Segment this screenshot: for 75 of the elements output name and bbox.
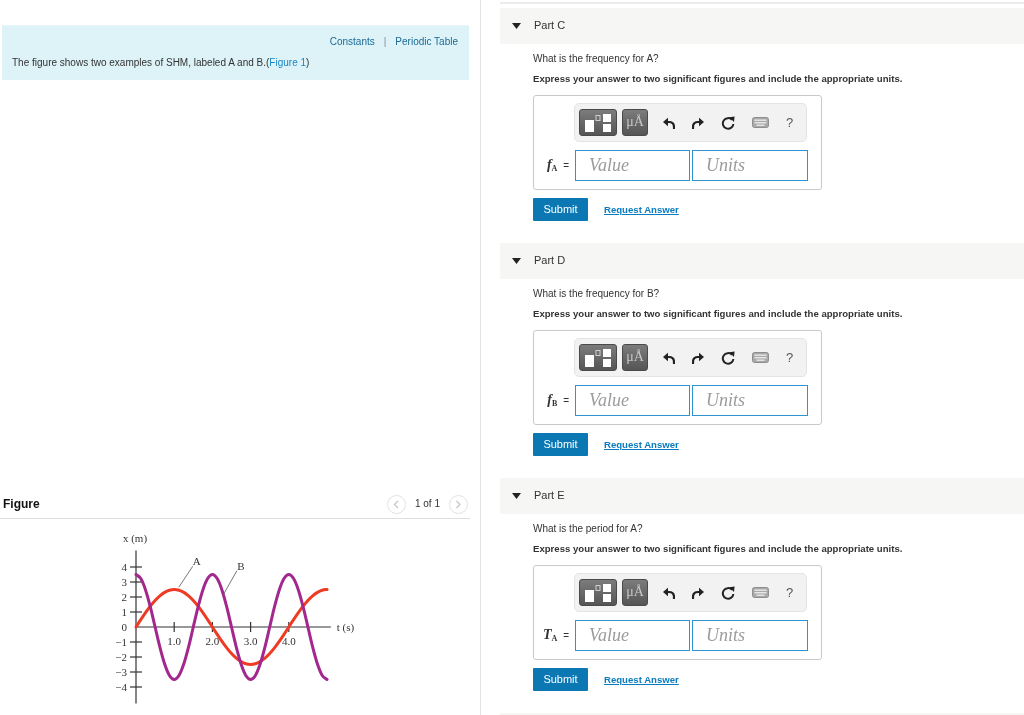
tick-label: −4 [115, 681, 127, 693]
template-icon [584, 582, 612, 603]
reset-icon[interactable] [721, 115, 735, 130]
value-input[interactable]: Value [575, 385, 690, 416]
undo-icon[interactable] [663, 116, 675, 129]
submit-button[interactable]: Submit [533, 668, 588, 691]
request-answer-link[interactable]: Request Answer [604, 203, 679, 216]
redo-icon[interactable] [692, 586, 704, 599]
question-text: What is the frequency for B? [533, 288, 661, 300]
keyboard-icon[interactable] [752, 117, 769, 128]
question-text: What is the period for A? [533, 523, 644, 535]
help-button[interactable]: ? [786, 586, 794, 599]
undo-icon[interactable] [663, 586, 675, 599]
reset-icon[interactable] [721, 350, 735, 365]
submit-button[interactable]: Submit [533, 433, 588, 456]
tick-label: −1 [115, 636, 127, 648]
chevron-right-icon [455, 499, 462, 509]
submit-button[interactable]: Submit [533, 198, 588, 221]
link-separator: | [383, 35, 387, 49]
series-label: B [237, 559, 245, 572]
tick-label: −2 [115, 651, 127, 663]
keyboard-icon[interactable] [752, 587, 769, 598]
template-icon [584, 347, 612, 368]
header-link[interactable]: Constants [329, 35, 375, 49]
template-button[interactable] [579, 109, 617, 136]
units-input[interactable]: Units [692, 385, 808, 416]
part-toggle[interactable]: Part C [500, 8, 1024, 44]
redo-icon[interactable] [692, 351, 704, 364]
tick-label: −3 [115, 666, 127, 678]
part-toggle[interactable]: Part E [500, 478, 1024, 514]
page-counter: 1 of 1 [414, 498, 440, 510]
request-answer-link[interactable]: Request Answer [604, 438, 679, 451]
tick-label: 2 [121, 591, 127, 603]
units-button[interactable]: μÅ [622, 109, 648, 136]
reset-icon[interactable] [721, 585, 735, 600]
axis-title: t (s) [336, 621, 355, 633]
units-input[interactable]: Units [692, 620, 808, 651]
tick-label: 3 [121, 576, 127, 588]
template-button[interactable] [579, 344, 617, 371]
figure-title: Figure [3, 496, 40, 512]
template-icon [584, 112, 612, 133]
instruction-text: Express your answer to two significant figures and include the appropriate units. [533, 308, 904, 320]
question-text: What is the frequency for A? [533, 53, 660, 65]
help-button[interactable]: ? [786, 116, 794, 129]
tick-label: 1.0 [167, 635, 182, 647]
header-link[interactable]: Periodic Table [395, 35, 458, 49]
chevron-left-icon [392, 499, 400, 509]
answer-label: f$_{B}$ = [546, 392, 570, 409]
callout-line [223, 570, 238, 595]
undo-icon[interactable] [663, 351, 675, 364]
tick-label: 4.0 [281, 635, 296, 647]
tick-label: 3.0 [243, 635, 258, 647]
units-button[interactable]: μÅ [622, 579, 648, 606]
redo-icon[interactable] [692, 116, 704, 129]
tick-label: 0 [121, 621, 127, 633]
answer-label: T$_{A}$ = [542, 627, 570, 644]
value-input[interactable]: Value [575, 150, 690, 181]
units-button[interactable]: μÅ [622, 344, 648, 371]
keyboard-icon[interactable] [752, 352, 769, 363]
tick-label: 2.0 [205, 635, 220, 647]
part-toggle[interactable]: Part D [500, 243, 1024, 279]
units-input[interactable]: Units [692, 150, 808, 181]
callout-line [178, 565, 194, 588]
tick-label: 1 [121, 606, 127, 618]
tick-label: 4 [121, 561, 127, 573]
request-answer-link[interactable]: Request Answer [604, 673, 679, 686]
help-button[interactable]: ? [786, 351, 794, 364]
intro-text: The figure shows two examples of SHM, labeled A and B.(Figure 1) [12, 56, 311, 70]
answer-label: f$_{A}$ = [545, 157, 570, 174]
instruction-text: Express your answer to two significant figures and include the appropriate units. [533, 73, 904, 85]
value-input[interactable]: Value [575, 620, 690, 651]
series-label: A [192, 555, 201, 568]
template-button[interactable] [579, 579, 617, 606]
axis-title: x (m) [122, 532, 148, 544]
instruction-text: Express your answer to two significant figures and include the appropriate units. [533, 543, 904, 555]
